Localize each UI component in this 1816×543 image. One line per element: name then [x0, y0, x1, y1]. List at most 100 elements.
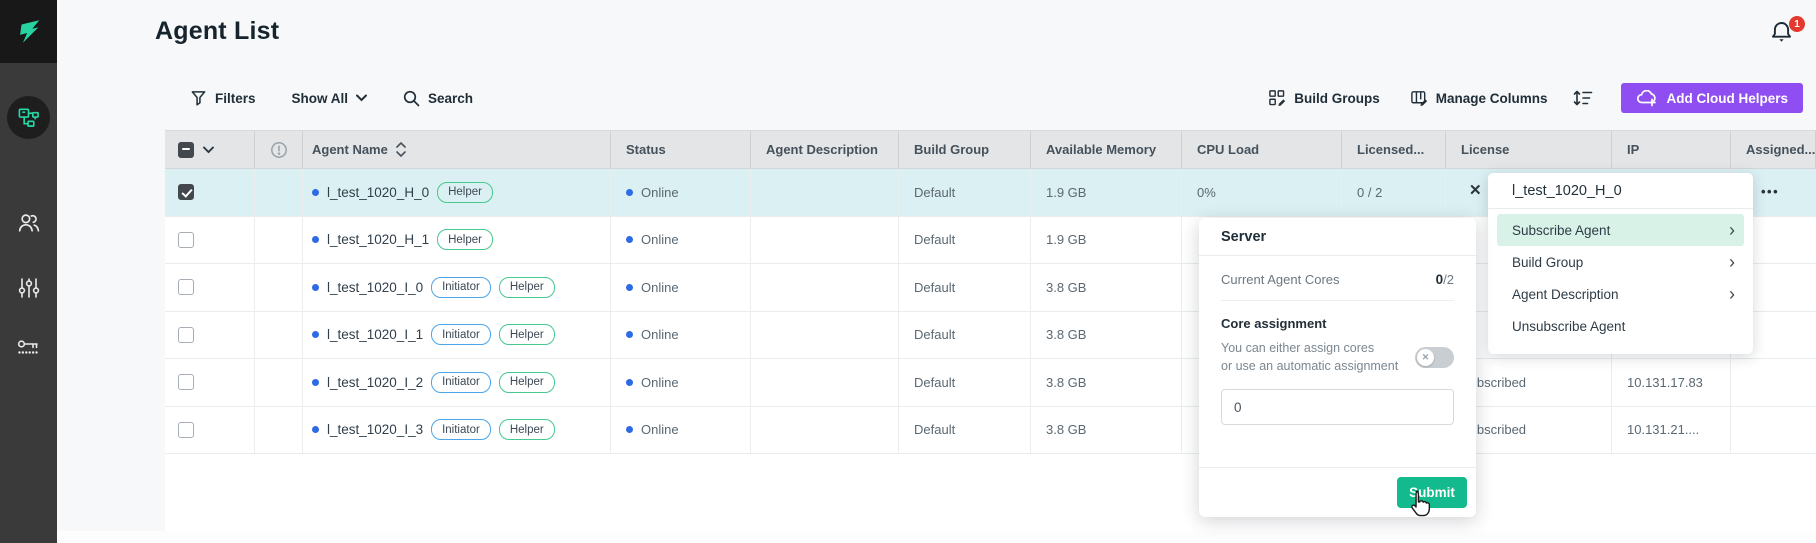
ip-cell: 10.131.17.83 [1612, 359, 1731, 406]
helper-badge: Helper [499, 372, 555, 393]
row-info-cell [255, 264, 303, 311]
agent-dot-icon [312, 284, 319, 291]
initiator-badge: Initiator [431, 419, 491, 440]
header-agent-name[interactable]: Agent Name [303, 131, 611, 168]
agent-name: l_test_1020_I_0 [327, 280, 423, 295]
notification-badge: 1 [1789, 16, 1805, 32]
row-checkbox[interactable] [178, 184, 194, 200]
manage-columns-button[interactable]: Manage Columns [1410, 89, 1548, 107]
context-menu-title: l_test_1020_H_0 [1488, 173, 1753, 209]
current-agent-cores-value: 0/2 [1436, 272, 1454, 287]
agent-dot-icon [312, 379, 319, 386]
current-agent-cores-label: Current Agent Cores [1221, 272, 1340, 287]
agent-name: l_test_1020_I_1 [327, 327, 423, 342]
sort-arrows-icon[interactable] [396, 142, 406, 157]
cores-input[interactable] [1221, 389, 1454, 425]
row-checkbox[interactable] [178, 279, 194, 295]
agent-dot-icon [312, 189, 319, 196]
available-memory-cell: 3.8 GB [1031, 264, 1182, 311]
header-available-memory[interactable]: Available Memory [1031, 131, 1182, 168]
search-button[interactable]: Search [403, 90, 473, 107]
status-dot-icon [626, 331, 633, 338]
available-memory-cell: 3.8 GB [1031, 312, 1182, 359]
chevron-right-icon: › [1729, 223, 1735, 237]
header-cpu-load[interactable]: CPU Load [1182, 131, 1342, 168]
row-checkbox[interactable] [178, 374, 194, 390]
server-popup-title: Server [1199, 218, 1476, 256]
header-ip[interactable]: IP [1612, 131, 1731, 168]
header-agent-description[interactable]: Agent Description [751, 131, 899, 168]
agent-description-cell [751, 359, 899, 406]
sidebar-item-settings[interactable] [0, 276, 57, 300]
header-license[interactable]: License [1446, 131, 1612, 168]
row-checkbox[interactable] [178, 232, 194, 248]
page-bottom-strip [57, 531, 1816, 543]
header-assigned[interactable]: Assigned... [1731, 131, 1816, 168]
row-more-menu-icon[interactable]: ••• [1761, 184, 1779, 199]
available-memory-cell: 1.9 GB [1031, 169, 1182, 216]
sidebar [0, 0, 57, 543]
status-dot-icon [626, 189, 633, 196]
row-checkbox[interactable] [178, 422, 194, 438]
header-build-group[interactable]: Build Group [899, 131, 1031, 168]
agent-description-cell [751, 312, 899, 359]
build-group-cell: Default [899, 407, 1031, 454]
select-all-checkbox[interactable] [178, 142, 194, 158]
core-assignment-title: Core assignment [1221, 316, 1454, 331]
header-status[interactable]: Status [611, 131, 751, 168]
cpu-load-cell: 0% [1182, 169, 1342, 216]
agents-icon [7, 96, 50, 139]
header-licensed[interactable]: Licensed... [1342, 131, 1446, 168]
build-group-cell: Default [899, 217, 1031, 264]
helper-badge: Helper [499, 419, 555, 440]
agent-dot-icon [312, 426, 319, 433]
row-info-cell [255, 312, 303, 359]
row-info-cell [255, 169, 303, 216]
settings-sliders-icon [17, 276, 41, 300]
toggle-off-x-icon: ✕ [1417, 349, 1434, 366]
agent-name: l_test_1020_I_3 [327, 422, 423, 437]
status-dot-icon [626, 236, 633, 243]
initiator-badge: Initiator [431, 372, 491, 393]
server-popup-footer: Submit [1199, 467, 1476, 517]
submit-button[interactable]: Submit [1397, 477, 1467, 508]
table-row[interactable]: l_test_1020_I_3InitiatorHelper Online De… [165, 407, 1816, 455]
status-text: Online [641, 185, 679, 200]
row-checkbox[interactable] [178, 327, 194, 343]
sidebar-item-users[interactable] [0, 210, 57, 235]
table-row[interactable]: l_test_1020_I_2InitiatorHelper Online De… [165, 359, 1816, 407]
table-header-row: Agent Name Status Agent Description Buil… [165, 130, 1816, 169]
server-core-assignment-popup: Server Current Agent Cores 0/2 Core assi… [1199, 218, 1476, 517]
add-cloud-helpers-button[interactable]: Add Cloud Helpers [1621, 83, 1803, 113]
app-logo[interactable] [0, 0, 57, 63]
available-memory-cell: 3.8 GB [1031, 359, 1182, 406]
build-group-cell: Default [899, 169, 1031, 216]
filters-button[interactable]: Filters [190, 89, 256, 107]
build-groups-button[interactable]: Build Groups [1268, 89, 1380, 107]
sidebar-item-agents[interactable] [0, 96, 57, 139]
menu-item-agent-description[interactable]: Agent Description › [1497, 278, 1744, 310]
agent-dot-icon [312, 331, 319, 338]
show-all-dropdown[interactable]: Show All [292, 91, 368, 106]
chevron-down-icon [356, 94, 367, 102]
licensed-cell: 0 / 2 [1342, 169, 1446, 216]
sort-rows-button[interactable] [1573, 89, 1593, 107]
incredibuild-logo-icon [14, 17, 44, 47]
agent-description-cell [751, 407, 899, 454]
ip-cell: 10.131.21.... [1612, 407, 1731, 454]
menu-item-unsubscribe-agent[interactable]: Unsubscribe Agent [1497, 310, 1744, 342]
status-dot-icon [626, 284, 633, 291]
row-info-cell [255, 217, 303, 264]
header-select-cell [165, 131, 255, 168]
menu-item-subscribe-agent[interactable]: Subscribe Agent › [1497, 214, 1744, 246]
helper-badge: Helper [499, 324, 555, 345]
notifications-button[interactable]: 1 [1768, 18, 1810, 58]
sidebar-item-license[interactable] [0, 338, 57, 360]
close-icon[interactable]: ✕ [1469, 183, 1482, 198]
status-dot-icon [626, 426, 633, 433]
select-menu-chevron-down-icon[interactable] [203, 146, 214, 154]
available-memory-cell: 1.9 GB [1031, 217, 1182, 264]
manage-columns-icon [1410, 89, 1428, 107]
menu-item-build-group[interactable]: Build Group › [1497, 246, 1744, 278]
automatic-assignment-toggle[interactable]: ✕ [1415, 347, 1454, 368]
